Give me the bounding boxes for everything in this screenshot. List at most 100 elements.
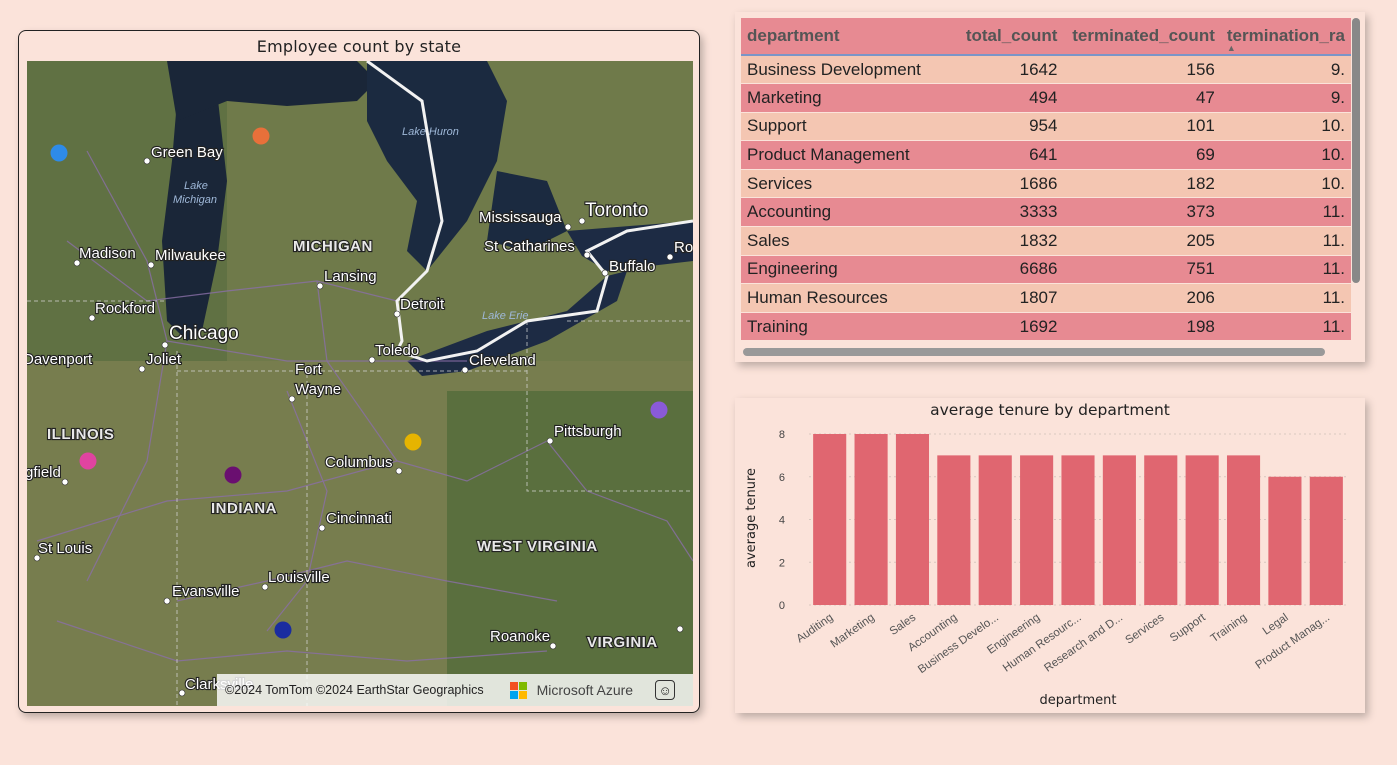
bar[interactable] (1102, 455, 1136, 605)
sort-ascending-icon: ▲ (1226, 43, 1236, 53)
horizontal-scrollbar[interactable] (743, 348, 1325, 356)
city-label: St Catharines (484, 238, 575, 255)
city-label: Wayne (295, 381, 341, 398)
x-tick-label: Sales (888, 611, 919, 637)
microsoft-logo-icon (509, 681, 527, 699)
y-tick-label: 0 (779, 600, 785, 612)
y-axis-title: average tenure (744, 468, 759, 568)
state-label: VIRGINIA (587, 634, 658, 651)
x-tick-label: Legal (1261, 612, 1291, 638)
bar[interactable] (1020, 455, 1054, 605)
cell-termination-rate: 10. (1220, 140, 1351, 170)
state-label: MICHIGAN (293, 238, 373, 255)
bar[interactable] (1268, 476, 1302, 605)
map-marker[interactable] (404, 433, 422, 451)
bar[interactable] (1144, 455, 1178, 605)
cell-termination-rate: 11. (1220, 226, 1351, 256)
bar[interactable] (1309, 476, 1343, 605)
x-tick-label: Product Manag... (1253, 612, 1332, 672)
cell-total-count: 6686 (957, 255, 1064, 285)
x-tick-label: Marketing (829, 612, 877, 651)
map-visual[interactable]: Employee count by state Lake Huron Lake … (18, 30, 700, 713)
cell-department: Training (741, 312, 958, 342)
map-marker[interactable] (650, 401, 668, 419)
department-table-visual[interactable]: department total_count terminated_count … (735, 12, 1365, 362)
bar[interactable] (813, 434, 847, 605)
y-tick-label: 4 (779, 515, 785, 527)
water-label: Lake Huron (402, 126, 459, 138)
cell-termination-rate: 9. (1220, 83, 1351, 113)
cell-terminated-count: 182 (1063, 169, 1221, 199)
map-marker[interactable] (224, 466, 242, 484)
table-row[interactable]: Accounting 3333 373 11. (741, 197, 1351, 228)
city-label: Chicago (169, 323, 239, 344)
vertical-scrollbar[interactable] (1352, 18, 1360, 283)
map-marker[interactable] (252, 127, 270, 145)
bar[interactable] (854, 434, 888, 605)
cell-termination-rate: 11. (1220, 255, 1351, 285)
map-marker[interactable] (274, 621, 292, 639)
table-row[interactable]: Business Development 1642 156 9. (741, 55, 1351, 85)
bar[interactable] (978, 455, 1012, 605)
tenure-chart-visual[interactable]: average tenure by department 02468 Audit… (735, 398, 1365, 713)
table-row[interactable]: Human Resources 1807 206 11. (741, 283, 1351, 313)
x-axis-ticks: AuditingMarketing SalesAccountingBusiness… (794, 611, 1332, 676)
map-title: Employee count by state (256, 37, 462, 56)
map-attribution-bar: ©2024 TomTom ©2024 EarthStar Geographics… (217, 674, 693, 706)
cell-total-count: 1692 (957, 312, 1064, 342)
cell-terminated-count: 751 (1063, 255, 1221, 285)
column-header-total-count[interactable]: total_count (957, 18, 1064, 56)
x-axis-title: department (1040, 693, 1117, 708)
state-label: WEST VIRGINIA (477, 538, 598, 555)
table-row[interactable]: Engineering 6686 751 11. (741, 255, 1351, 285)
table-row[interactable]: Services 1686 182 10. (741, 169, 1351, 199)
city-label: Lansing (324, 268, 377, 285)
bar-chart-svg: 02468 AuditingMarketing SalesAccountingBu… (744, 429, 1347, 708)
cell-department: Engineering (741, 255, 958, 285)
city-label: Columbus (325, 454, 393, 471)
cell-total-count: 1832 (957, 226, 1064, 256)
city-label: Rockford (95, 300, 155, 317)
table-row[interactable]: Marketing 494 47 9. (741, 83, 1351, 113)
city-label: gfield (27, 464, 61, 481)
bar[interactable] (1226, 455, 1261, 605)
city-label: Buffalo (609, 258, 655, 275)
map-canvas[interactable]: Lake Huron Lake Michigan Lake Erie MICHI… (27, 61, 693, 706)
cell-total-count: 1642 (957, 55, 1064, 85)
y-tick-label: 6 (779, 472, 785, 484)
city-label: Cleveland (469, 352, 536, 369)
cell-termination-rate: 9. (1220, 55, 1351, 85)
table-row[interactable]: Product Management 641 69 10. (741, 140, 1351, 170)
bar[interactable] (937, 455, 971, 605)
bar[interactable] (1185, 455, 1219, 605)
cell-termination-rate: 11. (1220, 312, 1351, 342)
city-label: Cincinnati (326, 510, 392, 527)
bar[interactable] (895, 434, 930, 605)
table-row[interactable]: Sales 1832 205 11. (741, 226, 1351, 256)
city-label: Mississauga (479, 209, 562, 226)
water-label: Lake (184, 180, 208, 192)
column-header-department[interactable]: department (741, 18, 958, 56)
table-row[interactable]: Support 954 101 10. (741, 112, 1351, 142)
water-label: Michigan (173, 194, 217, 206)
map-marker[interactable] (79, 452, 97, 470)
y-tick-label: 8 (779, 429, 785, 441)
cell-termination-rate: 11. (1220, 283, 1351, 313)
smiley-icon[interactable]: ☺ (655, 680, 676, 700)
city-label: Madison (79, 245, 136, 262)
column-header-termination-rate[interactable]: termination_ra ▲ (1220, 18, 1351, 56)
map-marker[interactable] (50, 144, 68, 162)
cell-terminated-count: 156 (1063, 55, 1221, 85)
table-row[interactable]: Training 1692 198 11. (741, 312, 1351, 342)
cell-terminated-count: 206 (1063, 283, 1221, 313)
city-label: St Louis (38, 540, 92, 557)
column-header-terminated-count[interactable]: terminated_count (1063, 18, 1221, 56)
bar[interactable] (1061, 455, 1095, 605)
map-svg[interactable]: Lake Huron Lake Michigan Lake Erie MICHI… (27, 61, 693, 706)
cell-department: Services (741, 169, 958, 199)
city-label: Evansville (172, 583, 240, 600)
cell-terminated-count: 205 (1063, 226, 1221, 256)
cell-department: Support (741, 112, 958, 142)
cell-total-count: 1807 (957, 283, 1064, 313)
table-viewport[interactable]: department total_count terminated_count … (741, 18, 1351, 351)
